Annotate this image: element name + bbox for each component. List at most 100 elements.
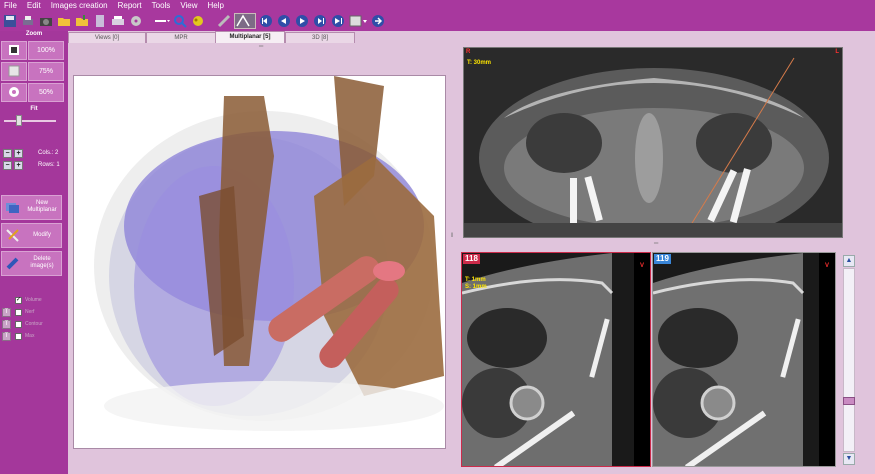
tools-icon: [5, 228, 20, 243]
eraser-icon: [5, 256, 20, 271]
brightness-icon[interactable]: [190, 13, 206, 29]
previous-icon[interactable]: [276, 13, 292, 29]
layer-row-nerf: T Nerf: [2, 307, 34, 317]
slice-ct-image: [653, 253, 835, 466]
axial-ct-image: [464, 48, 842, 237]
view-slice-118[interactable]: 118 V T: 1mm S: 1mm: [461, 252, 651, 467]
save-icon[interactable]: [2, 13, 18, 29]
cols-increase-button[interactable]: +: [14, 149, 23, 158]
first-icon[interactable]: [258, 13, 274, 29]
forward-icon[interactable]: [370, 13, 386, 29]
splitter-handle[interactable]: ═: [259, 44, 263, 50]
menu-images-creation[interactable]: Images creation: [47, 0, 114, 11]
corner-label-l: L: [835, 49, 839, 55]
view-axial[interactable]: R L T: 30mm: [463, 47, 843, 238]
volume-render-image: [94, 76, 444, 431]
printer-icon[interactable]: [110, 13, 126, 29]
slice-corner-label: V: [824, 263, 829, 269]
slice-number-badge: 118: [463, 254, 480, 264]
nerf-label: Nerf: [25, 309, 35, 315]
zoom-title: Zoom: [25, 31, 43, 37]
slice-corner-label: V: [639, 263, 644, 269]
menu-help[interactable]: Help: [204, 0, 230, 11]
scroll-down-button[interactable]: ▼: [843, 453, 855, 465]
nerf-checkbox[interactable]: [15, 308, 22, 316]
ruler-icon[interactable]: [216, 13, 232, 29]
new-multiplanar-label: New Multiplanar: [27, 200, 57, 213]
menu-tools[interactable]: Tools: [148, 0, 177, 11]
menu-report[interactable]: Report: [114, 0, 148, 11]
cd-icon[interactable]: [128, 13, 144, 29]
modify-button[interactable]: Modify: [1, 223, 62, 248]
fit-title: Fit: [30, 106, 38, 112]
document-icon[interactable]: [92, 13, 108, 29]
next-icon[interactable]: [312, 13, 328, 29]
slice-thickness-label: T: 1mm: [465, 277, 486, 283]
scroll-thumb[interactable]: [843, 397, 855, 405]
view-3d-render[interactable]: [73, 75, 446, 449]
tab-views[interactable]: Views [0]: [68, 32, 146, 43]
cols-label: Cols.: 2: [38, 150, 59, 156]
line-tool-icon[interactable]: [154, 13, 170, 29]
last-icon[interactable]: [330, 13, 346, 29]
menu-edit[interactable]: Edit: [23, 0, 47, 11]
layer-t-icon[interactable]: T: [2, 331, 11, 341]
fit-slider-thumb[interactable]: [15, 115, 22, 126]
delete-images-label: Delete image(s): [30, 256, 54, 269]
splitter-handle[interactable]: ═: [654, 241, 658, 247]
zoom-75-button[interactable]: 75%: [28, 62, 64, 81]
zoom-50-button[interactable]: 50%: [28, 83, 64, 102]
layer-t-icon[interactable]: T: [2, 319, 11, 329]
slice-number-badge: 119: [654, 254, 671, 264]
layer-row-max: T Max: [2, 331, 34, 341]
app-window: File Edit Images creation Report Tools V…: [0, 0, 875, 474]
left-panel: Zoom 100% 75% 50% Fit − + Cols.: 2 − + R…: [0, 31, 68, 474]
zoom-fullscreen-icon[interactable]: [1, 41, 27, 60]
max-checkbox[interactable]: [15, 332, 22, 340]
view-slice-119[interactable]: 119 V: [652, 252, 836, 467]
slice-ct-image: [462, 253, 650, 466]
rows-increase-button[interactable]: +: [14, 161, 23, 170]
splitter-handle[interactable]: ‖: [451, 233, 453, 239]
print-icon[interactable]: [20, 13, 36, 29]
menu-view[interactable]: View: [176, 0, 203, 11]
tab-bar: Views [0] MPR Multiplanar [5] 3D [8]: [68, 31, 875, 43]
layout-icon[interactable]: [348, 13, 368, 29]
scroll-track[interactable]: [843, 268, 855, 452]
axial-thickness-label: T: 30mm: [467, 60, 492, 66]
fit-slider-track[interactable]: [4, 120, 56, 122]
tab-mpr[interactable]: MPR: [146, 32, 216, 43]
corner-label-r: R: [466, 49, 471, 55]
rows-label: Rows: 1: [38, 162, 60, 168]
cols-decrease-button[interactable]: −: [3, 149, 12, 158]
contour-label: Contour: [25, 321, 43, 327]
menu-file[interactable]: File: [0, 0, 23, 11]
folder-add-icon[interactable]: [74, 13, 90, 29]
new-multiplanar-button[interactable]: New Multiplanar: [1, 195, 62, 220]
volume-checkbox[interactable]: ✓: [15, 296, 22, 304]
rows-decrease-button[interactable]: −: [3, 161, 12, 170]
multiplanar-icon: [5, 200, 20, 215]
scroll-up-button[interactable]: ▲: [843, 255, 855, 267]
magnifier-icon[interactable]: [172, 13, 188, 29]
camera-icon[interactable]: [38, 13, 54, 29]
volume-label: Volume: [25, 297, 42, 303]
zoom-100-button[interactable]: 100%: [28, 41, 64, 60]
zoom-settings-icon[interactable]: [1, 83, 27, 102]
menu-bar: File Edit Images creation Report Tools V…: [0, 0, 875, 11]
tab-multiplanar[interactable]: Multiplanar [5]: [215, 31, 285, 43]
contour-checkbox[interactable]: [15, 320, 22, 328]
max-label: Max: [25, 333, 35, 339]
slice-spacing-label: S: 1mm: [465, 284, 487, 290]
layer-row-volume: T ✓ Volume: [2, 295, 42, 305]
modify-label: Modify: [33, 232, 51, 238]
zoom-fit-icon[interactable]: [1, 62, 27, 81]
folder-open-icon[interactable]: [56, 13, 72, 29]
measure-angle-icon[interactable]: [234, 13, 256, 29]
layer-row-contour: T Contour: [2, 319, 43, 329]
toolbar: [0, 11, 875, 31]
delete-images-button[interactable]: Delete image(s): [1, 251, 62, 276]
play-icon[interactable]: [294, 13, 310, 29]
layer-t-icon[interactable]: T: [2, 307, 11, 317]
tab-3d[interactable]: 3D [8]: [285, 32, 355, 43]
